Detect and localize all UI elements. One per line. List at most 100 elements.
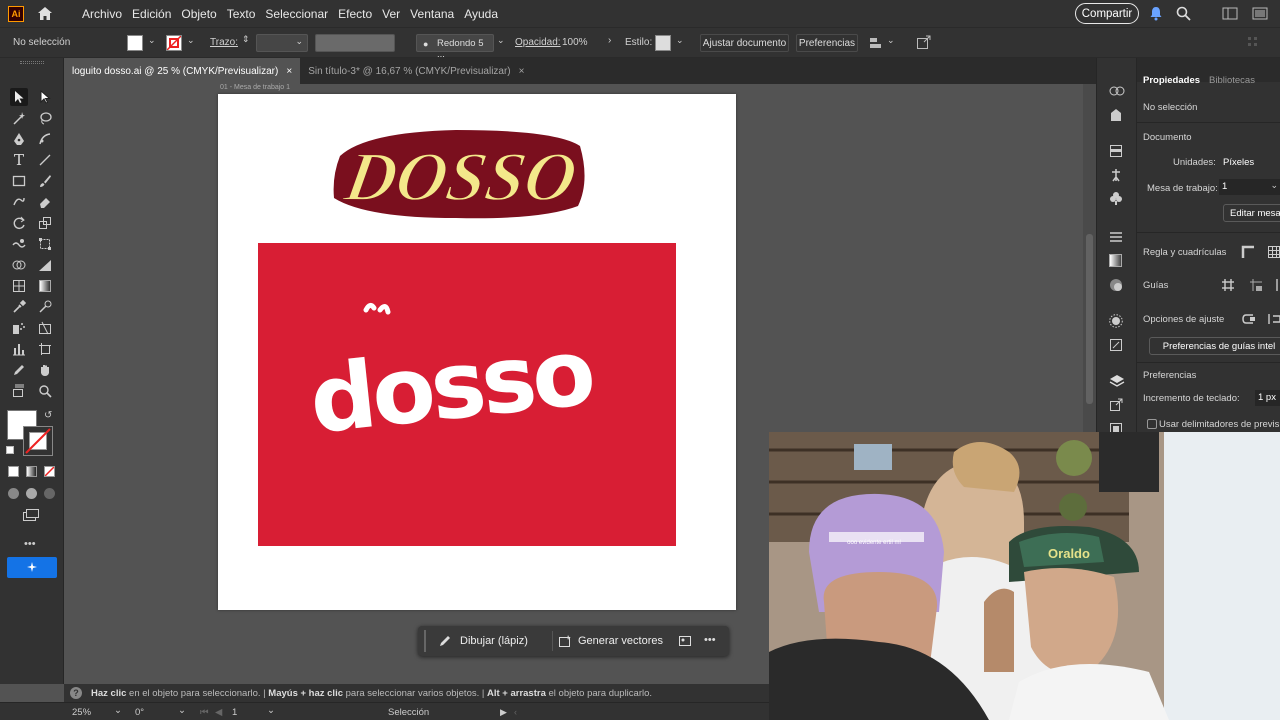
- fit-document-button[interactable]: Ajustar documento: [700, 34, 789, 52]
- artboard-dropdown-icon[interactable]: ⌄: [267, 705, 275, 716]
- stroke-dropdown-icon[interactable]: ⌄: [187, 35, 195, 46]
- tab-libraries[interactable]: Bibliotecas: [1209, 75, 1255, 86]
- slice-tool-icon[interactable]: [36, 319, 54, 337]
- artboard-tool-icon[interactable]: [36, 340, 54, 358]
- edit-artboards-button[interactable]: Editar mesas: [1223, 204, 1280, 222]
- rotate-tool-icon[interactable]: [10, 214, 28, 232]
- align-panel-icon[interactable]: [1109, 230, 1123, 247]
- tab-properties[interactable]: Propiedades: [1143, 75, 1200, 86]
- home-icon[interactable]: [36, 5, 54, 23]
- stroke-label[interactable]: Trazo:: [210, 37, 238, 48]
- guides-clear-icon[interactable]: [1273, 278, 1280, 295]
- column-graph-tool-icon[interactable]: [10, 340, 28, 358]
- direct-selection-tool-icon[interactable]: [36, 88, 54, 106]
- tab-sin-titulo-3[interactable]: Sin título-3* @ 16,67 % (CMYK/Previsuali…: [300, 58, 532, 84]
- guides-lock-icon[interactable]: [1249, 278, 1263, 295]
- preferences-button[interactable]: Preferencias: [796, 34, 858, 52]
- fill-dropdown-icon[interactable]: ⌄: [148, 35, 156, 46]
- workspace-switcher-icon[interactable]: [1222, 7, 1238, 23]
- symbol-sprayer-tool-icon[interactable]: [10, 319, 28, 337]
- eyedropper-tool-icon[interactable]: [10, 298, 28, 316]
- scroll-thumb[interactable]: [1086, 234, 1093, 404]
- close-icon[interactable]: ×: [519, 66, 525, 77]
- generate-vectors-button[interactable]: Generar vectores: [558, 630, 678, 652]
- lasso-tool-icon[interactable]: [36, 109, 54, 127]
- transparency-icon[interactable]: [1109, 278, 1123, 295]
- curvature-tool-icon[interactable]: [36, 130, 54, 148]
- opacity-label[interactable]: Opacidad:: [515, 37, 561, 48]
- menu-edicion[interactable]: Edición: [132, 7, 171, 21]
- chart-tool-icon[interactable]: [36, 256, 54, 274]
- grid-icon[interactable]: [1267, 245, 1280, 262]
- rotation-value[interactable]: 0°: [135, 707, 144, 718]
- scale-tool-icon[interactable]: [36, 214, 54, 232]
- appearance-icon[interactable]: [1109, 314, 1123, 331]
- first-artboard-icon[interactable]: ⏮: [200, 707, 209, 718]
- prev-artboard-icon[interactable]: ◀: [215, 707, 222, 718]
- menu-archivo[interactable]: Archivo: [82, 7, 122, 21]
- arrange-documents-icon[interactable]: [1252, 7, 1268, 23]
- paintbrush-tool-icon[interactable]: [36, 172, 54, 190]
- artboard-number[interactable]: 1: [232, 707, 237, 718]
- brush-definition[interactable]: ● Redondo 5 ...: [416, 34, 494, 60]
- menu-ayuda[interactable]: Ayuda: [464, 7, 498, 21]
- color-mode-icon[interactable]: [8, 466, 19, 477]
- shape-builder-tool-icon[interactable]: [10, 256, 28, 274]
- free-transform-tool-icon[interactable]: [36, 235, 54, 253]
- puppet-warp-icon[interactable]: [1109, 168, 1123, 185]
- variable-width-profile[interactable]: [315, 34, 395, 52]
- menu-ventana[interactable]: Ventana: [410, 7, 454, 21]
- edit-toolbar-icon[interactable]: •••: [24, 538, 36, 550]
- zoom-level[interactable]: 25%: [72, 707, 91, 718]
- gradient-mode-icon[interactable]: [26, 466, 37, 477]
- dosso-top-logo[interactable]: DOSSO: [326, 126, 590, 222]
- guides-show-icon[interactable]: [1221, 278, 1235, 295]
- graphic-styles-icon[interactable]: [1109, 338, 1123, 355]
- menu-texto[interactable]: Texto: [227, 7, 256, 21]
- draw-normal-icon[interactable]: [8, 488, 19, 499]
- eraser-tool-icon[interactable]: [36, 193, 54, 211]
- snap-to-pixel-icon[interactable]: [1267, 312, 1280, 329]
- draw-pencil-button[interactable]: Dibujar (lápiz): [438, 630, 568, 652]
- smart-guides-prefs-button[interactable]: Preferencias de guías intel: [1149, 337, 1280, 355]
- gradient-tool-icon[interactable]: [36, 277, 54, 295]
- isolate-icon[interactable]: [916, 35, 931, 53]
- export-icon[interactable]: [1109, 398, 1123, 415]
- style-swatch[interactable]: [655, 35, 671, 51]
- close-icon[interactable]: ×: [286, 66, 292, 77]
- align-icon[interactable]: [868, 35, 884, 54]
- status-collapse-icon[interactable]: ‹: [514, 707, 517, 717]
- preview-bounds-checkbox[interactable]: [1147, 419, 1157, 429]
- line-tool-icon[interactable]: [36, 151, 54, 169]
- dosso-main-logo[interactable]: dosso: [300, 300, 610, 440]
- cc-libraries-icon[interactable]: [1109, 83, 1125, 100]
- search-icon[interactable]: [1176, 6, 1191, 24]
- menu-objeto[interactable]: Objeto: [181, 7, 216, 21]
- ruler-icon[interactable]: [1241, 245, 1255, 262]
- opacity-value[interactable]: 100%: [562, 37, 588, 48]
- screen-mode-icon[interactable]: [22, 508, 40, 525]
- style-dropdown-icon[interactable]: ⌄: [676, 35, 684, 46]
- stroke-stepper-icon[interactable]: ⇕: [242, 34, 250, 45]
- blend-tool-icon[interactable]: [36, 298, 54, 316]
- type-tool-icon[interactable]: T: [10, 151, 28, 169]
- task-bar-grip[interactable]: [424, 630, 426, 652]
- zoom-tool-icon[interactable]: [36, 382, 54, 400]
- symbols-icon[interactable]: [1109, 192, 1123, 209]
- hand-tool-icon[interactable]: [36, 361, 54, 379]
- units-select[interactable]: Píxeles: [1223, 157, 1254, 168]
- align-dropdown-icon[interactable]: ⌄: [887, 35, 895, 46]
- stroke-swatch[interactable]: [166, 35, 182, 51]
- bell-icon[interactable]: [1149, 6, 1163, 24]
- tab-loguito-dosso[interactable]: loguito dosso.ai @ 25 % (CMYK/Previsuali…: [64, 58, 301, 84]
- menu-efecto[interactable]: Efecto: [338, 7, 372, 21]
- opacity-expand-icon[interactable]: ›: [608, 35, 611, 46]
- magic-wand-tool-icon[interactable]: [10, 109, 28, 127]
- menu-ver[interactable]: Ver: [382, 7, 400, 21]
- mesh-tool-icon[interactable]: [10, 277, 28, 295]
- rectangle-tool-icon[interactable]: [10, 172, 28, 190]
- swap-colors-icon[interactable]: ↺: [44, 410, 52, 421]
- properties-icon[interactable]: [1109, 108, 1123, 125]
- draw-inside-icon[interactable]: [44, 488, 55, 499]
- zoom-dropdown-icon[interactable]: ⌄: [114, 705, 122, 716]
